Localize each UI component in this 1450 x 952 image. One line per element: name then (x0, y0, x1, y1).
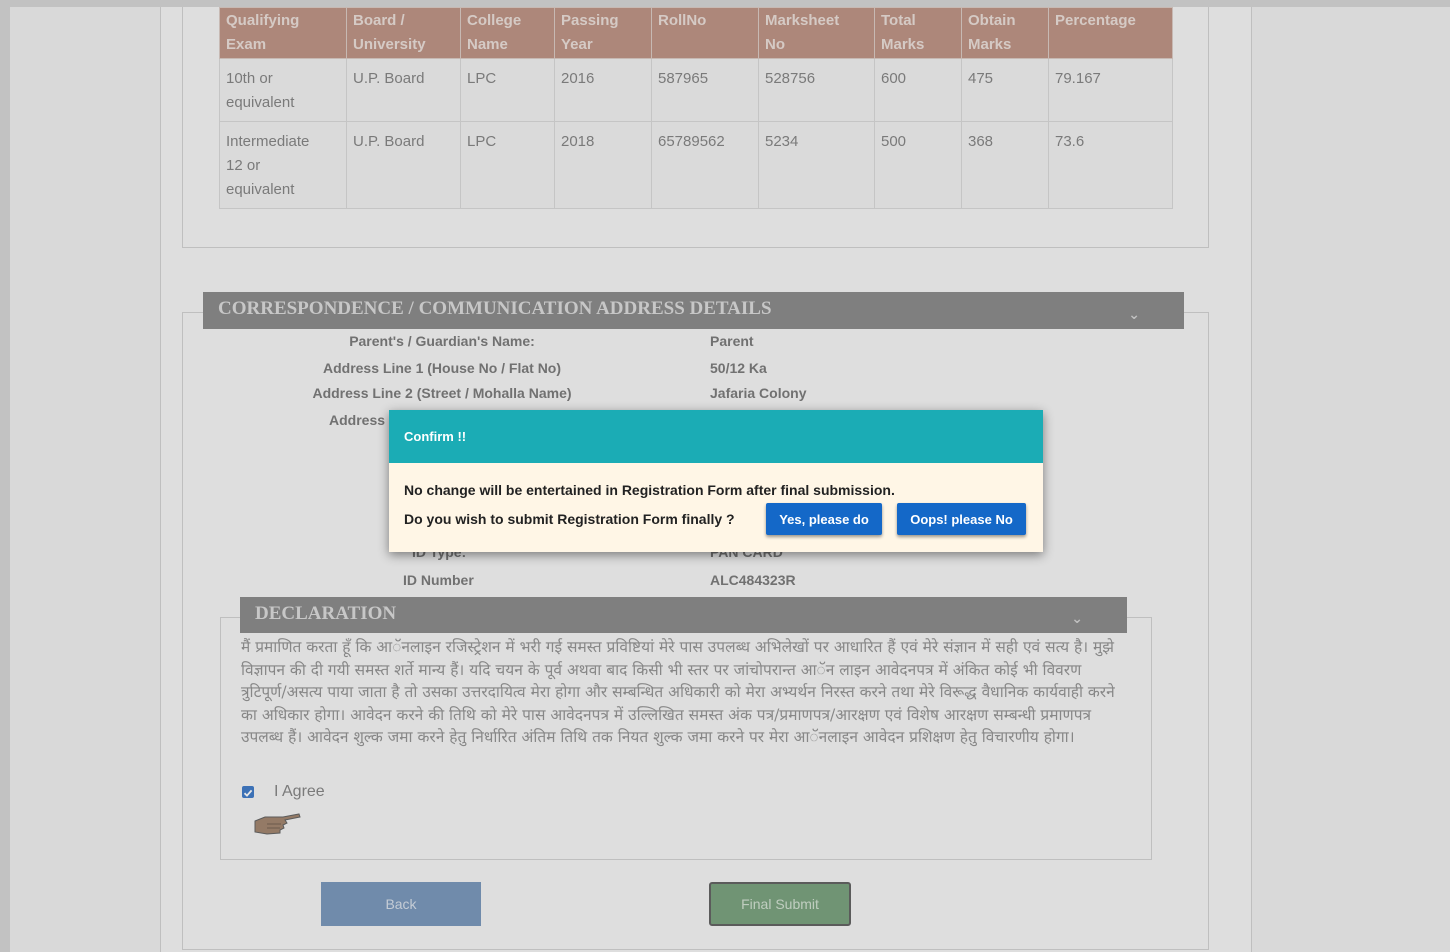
confirm-no-button[interactable]: Oops! please No (897, 503, 1026, 535)
confirm-dialog: Confirm !! No change will be entertained… (389, 410, 1043, 552)
dialog-title: Confirm !! (389, 410, 1043, 463)
dialog-message-line1: No change will be entertained in Registr… (404, 482, 895, 498)
dialog-message-line2: Do you wish to submit Registration Form … (404, 511, 735, 527)
confirm-yes-button[interactable]: Yes, please do (766, 503, 882, 535)
